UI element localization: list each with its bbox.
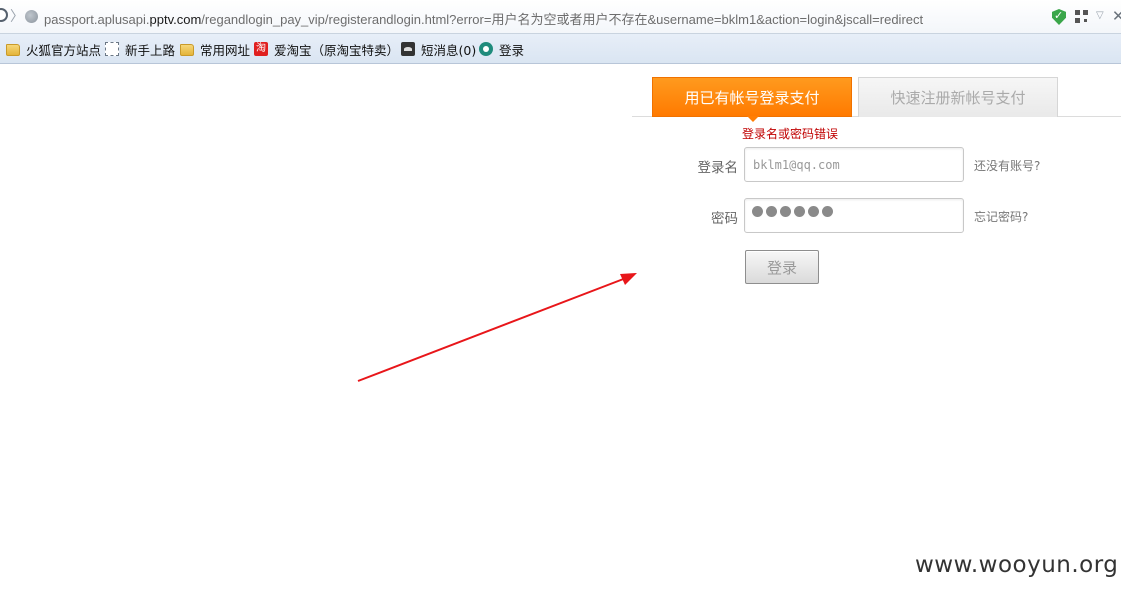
watermark: www.wooyun.org <box>915 552 1119 578</box>
annotation-arrow <box>357 273 637 382</box>
